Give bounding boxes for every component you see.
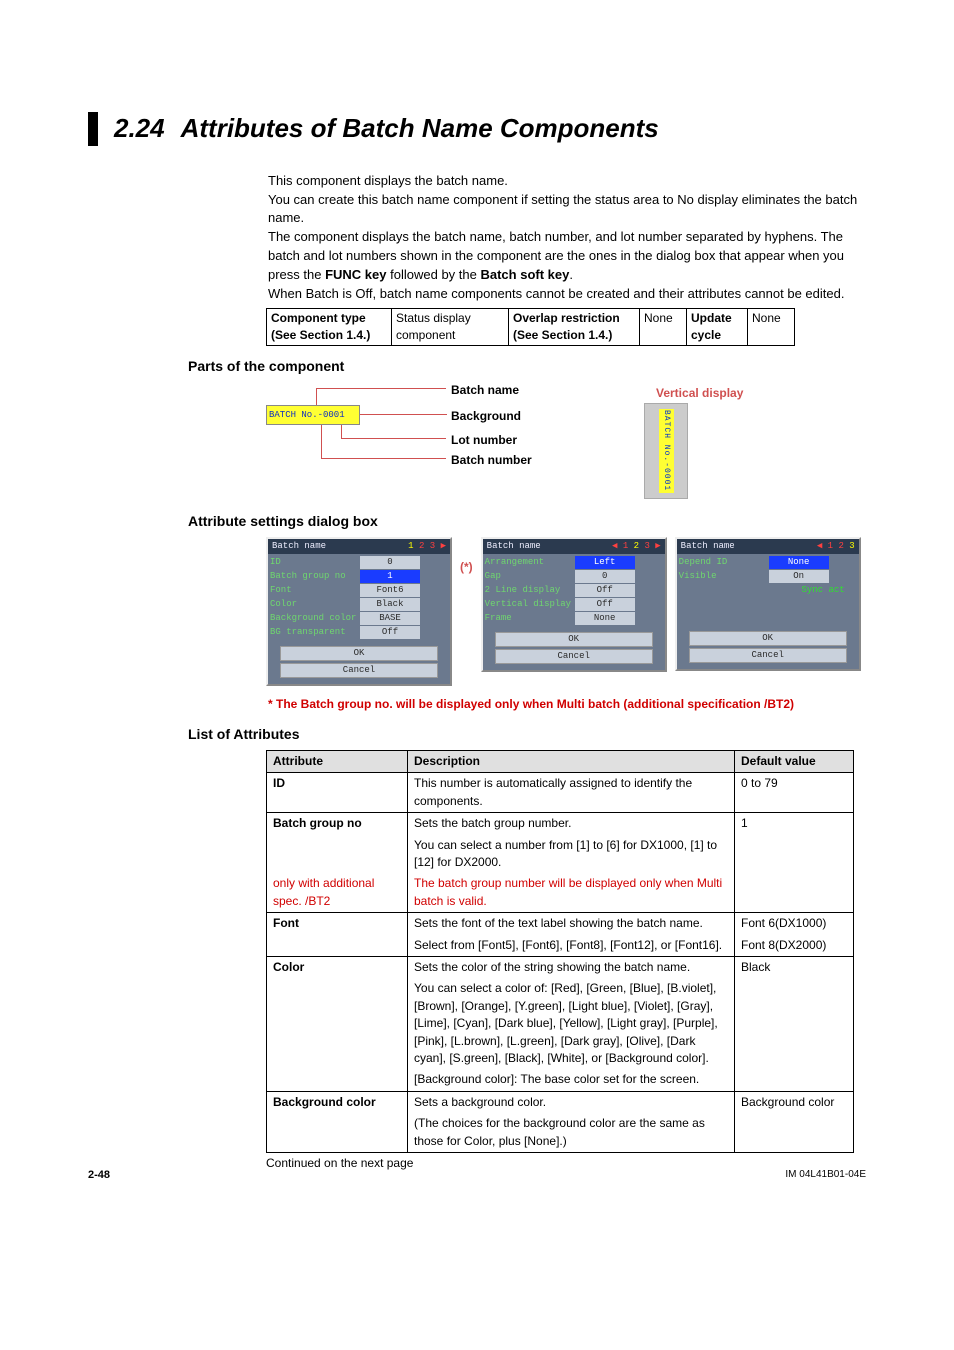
table-row: only with additional spec. /BT2 The batc… — [267, 873, 854, 912]
vertical-display-box: BATCH No.-0001 — [644, 403, 688, 499]
meta-update-val: None — [748, 308, 795, 346]
list-heading: List of Attributes — [188, 724, 866, 744]
panel-title: Batch name — [681, 540, 735, 553]
settings-panel-2: Batch name ◀ 1 2 3 ▶ ArrangementLeft Gap… — [481, 537, 667, 672]
sync-act-label: Sync act — [679, 584, 857, 597]
func-key-label: FUNC key — [325, 267, 386, 282]
table-row: You can select a color of: [Red], [Green… — [267, 978, 854, 1069]
meta-comp-type-label: Component type (See Section 1.4.) — [267, 308, 392, 346]
meta-overlap-label: Overlap restriction (See Section 1.4.) — [509, 308, 640, 346]
table-row: You can select a number from [1] to [6] … — [267, 835, 854, 874]
intro-line: The component displays the batch name, b… — [268, 228, 866, 285]
table-row: [Background color]: The base color set f… — [267, 1069, 854, 1091]
cancel-button[interactable]: Cancel — [280, 663, 438, 678]
leader-line — [321, 423, 322, 458]
ok-button[interactable]: OK — [689, 631, 847, 646]
cancel-button[interactable]: Cancel — [495, 649, 653, 664]
panel-title: Batch name — [272, 540, 326, 553]
section-number: 2.24 — [114, 110, 165, 148]
table-header-row: Attribute Description Default value — [267, 751, 854, 773]
doc-id: IM 04L41B01-04E — [785, 1168, 866, 1184]
meta-comp-type-val: Status display component — [392, 308, 509, 346]
vertical-display-sample: BATCH No.-0001 — [659, 409, 674, 493]
batch-name-sample: BATCH No.-0001 — [266, 405, 360, 425]
leader-line — [316, 388, 317, 406]
settings-panel-1: Batch name 1 2 3 ▶ ID0 Batch group no1 F… — [266, 537, 452, 686]
leader-line — [316, 388, 446, 389]
panel-title: Batch name — [487, 540, 541, 553]
section-title: Attributes of Batch Name Components — [181, 110, 659, 148]
attributes-table: Attribute Description Default value ID T… — [266, 750, 854, 1153]
panel-titlebar: Batch name ◀ 1 2 3 — [677, 539, 859, 554]
dialog-panels-row: Batch name 1 2 3 ▶ ID0 Batch group no1 F… — [266, 537, 866, 686]
callout-batch-name: Batch name — [451, 382, 519, 399]
table-row: Select from [Font5], [Font6], [Font8], [… — [267, 935, 854, 957]
multi-batch-note: * The Batch group no. will be displayed … — [268, 696, 853, 713]
meta-update-label: Update cycle — [687, 308, 748, 346]
batch-soft-key-label: Batch soft key — [480, 267, 569, 282]
panel-nav: ◀ 1 2 3 ▶ — [612, 540, 661, 553]
leader-line — [321, 458, 446, 459]
page-number: 2-48 — [88, 1168, 110, 1184]
leader-line — [341, 423, 342, 438]
panel-titlebar: Batch name 1 2 3 ▶ — [268, 539, 450, 554]
cancel-button[interactable]: Cancel — [689, 648, 847, 663]
table-row: Font Sets the font of the text label sho… — [267, 913, 854, 935]
table-row: ID This number is automatically assigned… — [267, 773, 854, 813]
settings-panel-3: Batch name ◀ 1 2 3 Depend IDNone Visible… — [675, 537, 861, 671]
col-description: Description — [408, 751, 735, 773]
table-row: Color Sets the color of the string showi… — [267, 956, 854, 978]
intro-line: When Batch is Off, batch name components… — [268, 285, 866, 304]
panel-nav: ◀ 1 2 3 — [817, 540, 855, 553]
col-default: Default value — [735, 751, 854, 773]
leader-line — [352, 414, 447, 415]
parts-figure: Batch name Background Lot number Batch n… — [266, 383, 866, 503]
leader-line — [341, 438, 446, 439]
table-row: (The choices for the background color ar… — [267, 1113, 854, 1152]
panel-nav: 1 2 3 ▶ — [408, 540, 446, 553]
intro-line: You can create this batch name component… — [268, 191, 866, 229]
table-row: Background color Sets a background color… — [267, 1091, 854, 1113]
section-title-row: 2.24 Attributes of Batch Name Components — [88, 110, 866, 148]
ok-button[interactable]: OK — [495, 632, 653, 647]
vertical-display-label: Vertical display — [656, 385, 743, 402]
callout-lot-number: Lot number — [451, 432, 517, 449]
callout-batch-number: Batch number — [451, 452, 532, 469]
parts-heading: Parts of the component — [188, 356, 866, 376]
asterisk-marker: (*) — [460, 537, 473, 576]
dialog-heading: Attribute settings dialog box — [188, 511, 866, 531]
col-attribute: Attribute — [267, 751, 408, 773]
ok-button[interactable]: OK — [280, 646, 438, 661]
panel-titlebar: Batch name ◀ 1 2 3 ▶ — [483, 539, 665, 554]
intro-text: This component displays the batch name. … — [268, 172, 866, 304]
intro-line: This component displays the batch name. — [268, 172, 866, 191]
table-row: Batch group no Sets the batch group numb… — [267, 813, 854, 835]
meta-table: Component type (See Section 1.4.) Status… — [266, 308, 795, 347]
title-accent-bar — [88, 112, 98, 146]
callout-background: Background — [451, 408, 521, 425]
meta-overlap-val: None — [640, 308, 687, 346]
page-footer: 2-48 IM 04L41B01-04E — [88, 1168, 866, 1184]
